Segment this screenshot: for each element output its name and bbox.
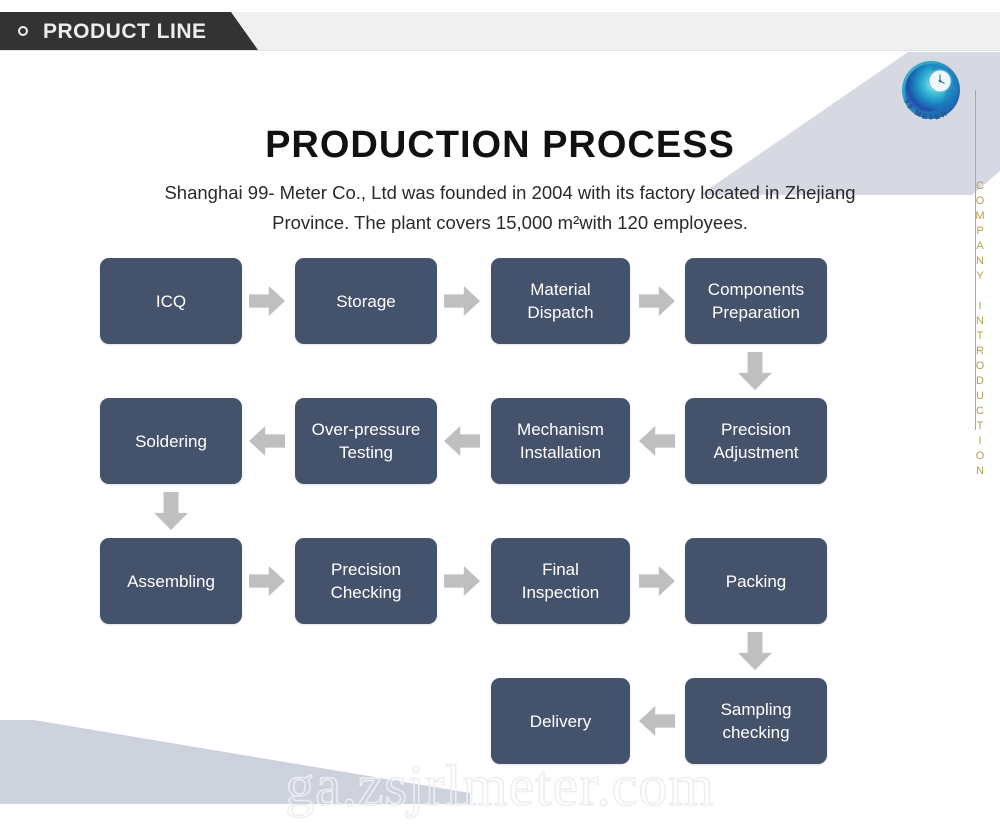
flow-box-label: Assembling: [127, 571, 215, 591]
arrow-storage-to-material-dispatch: [444, 286, 480, 316]
flow-box-packing: Packing: [685, 538, 827, 624]
arrow-icq-to-storage: [249, 286, 285, 316]
flow-box-assembling: Assembling: [100, 538, 242, 624]
arrow-precision-checking-to-final-inspection: [444, 566, 480, 596]
flow-box-label: Final Inspection: [521, 560, 600, 602]
flow-box-label: Precision Adjustment: [713, 420, 799, 462]
flow-box-final-inspection: Final Inspection: [491, 538, 630, 624]
company-intro-paragraph: Shanghai 99- Meter Co., Ltd was founded …: [164, 182, 856, 233]
flow-box-label: Mechanism Installation: [517, 420, 604, 462]
flow-box-material-dispatch: Material Dispatch: [491, 258, 630, 344]
circle-outline-icon: [18, 26, 28, 36]
flow-box-label: Components Preparation: [707, 280, 805, 322]
arrow-soldering-to-assembling: [154, 492, 188, 530]
flow-box-icq: ICQ: [100, 258, 242, 344]
99-meter-spiral-logo-icon: 99 METER: [893, 56, 969, 132]
flow-box-label: Soldering: [135, 431, 207, 451]
arrow-sampling-checking-to-delivery: [639, 706, 675, 736]
flow-box-label: Over-pressure Testing: [311, 420, 421, 462]
arrow-material-dispatch-to-components-preparation: [639, 286, 675, 316]
flow-box-label: Precision Checking: [330, 560, 402, 602]
header-divider: [0, 50, 1000, 51]
arrow-final-inspection-to-packing: [639, 566, 675, 596]
flow-box-precision-adjustment: Precision Adjustment: [685, 398, 827, 484]
header-tab-label: PRODUCT LINE: [43, 20, 207, 43]
flow-box-components-preparation: Components Preparation: [685, 258, 827, 344]
site-watermark: ga.zsjrlmeter.com: [285, 752, 715, 819]
page-title: PRODUCTION PROCESS: [265, 124, 735, 166]
flow-box-soldering: Soldering: [100, 398, 242, 484]
flow-box-precision-checking: Precision Checking: [295, 538, 437, 624]
arrow-components-preparation-to-precision-adjustment: [738, 352, 772, 390]
flow-box-label: Sampling checking: [720, 700, 792, 742]
vertical-company-introduction-label: COMPANY INTRODUCTION: [974, 180, 986, 480]
flow-box-mechanism-installation: Mechanism Installation: [491, 398, 630, 484]
arrow-mechanism-installation-to-over-pressure-testing: [444, 426, 480, 456]
arrow-over-pressure-testing-to-soldering: [249, 426, 285, 456]
flow-box-storage: Storage: [295, 258, 437, 344]
flow-box-label: Delivery: [529, 711, 592, 731]
flow-box-label: Storage: [336, 291, 396, 311]
product-line-page: PRODUCT LINE 99 METER COMPANY INTRODUCTI…: [0, 0, 1000, 832]
arrow-precision-adjustment-to-mechanism-installation: [639, 426, 675, 456]
flow-box-label: Packing: [725, 571, 787, 591]
arrow-packing-to-sampling-checking: [738, 632, 772, 670]
flow-box-label: ICQ: [155, 291, 187, 311]
arrow-assembling-to-precision-checking: [249, 566, 285, 596]
flow-box-over-pressure-testing: Over-pressure Testing: [295, 398, 437, 484]
flow-box-label: Material Dispatch: [527, 280, 594, 322]
